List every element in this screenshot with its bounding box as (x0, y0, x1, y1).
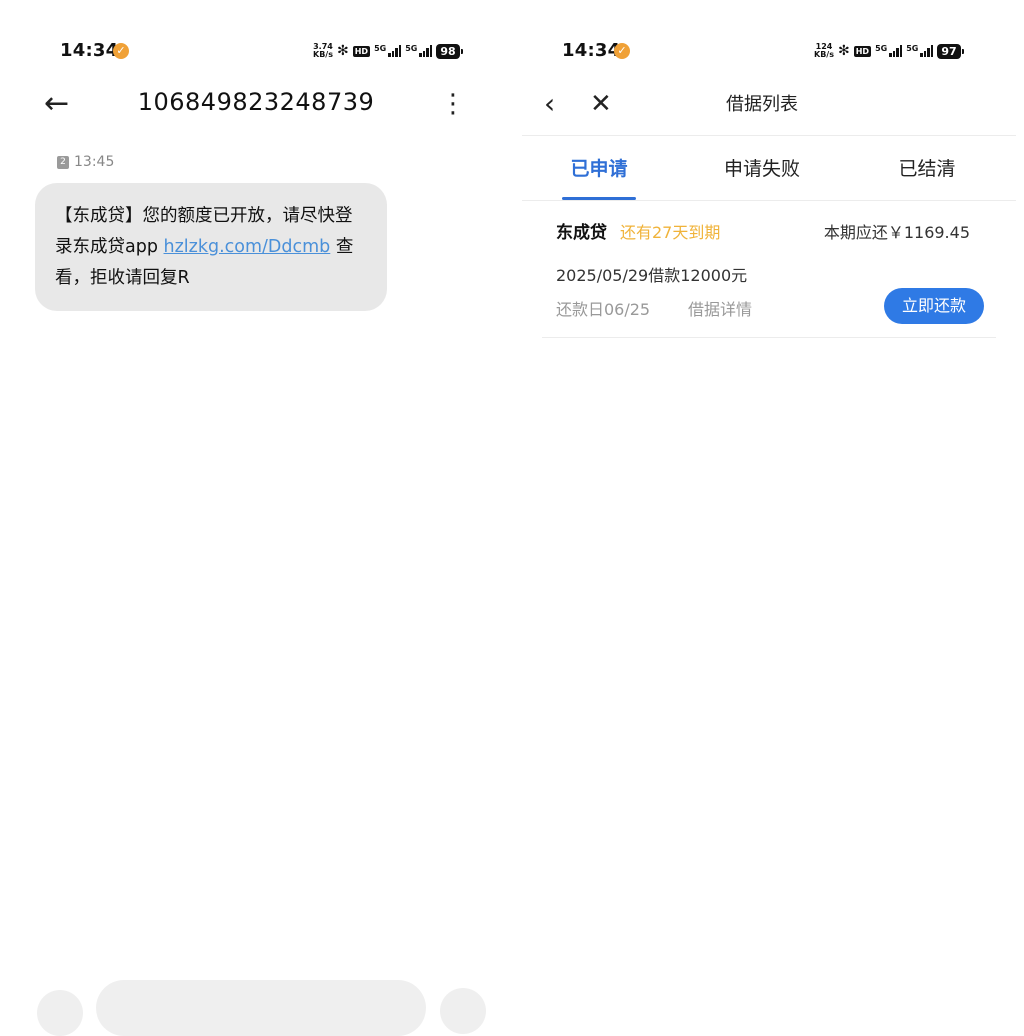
divider (522, 200, 1016, 201)
send-button[interactable] (440, 988, 486, 1034)
due-status-tag: 还有27天到期 (620, 223, 721, 242)
bluetooth-icon: ✻ (837, 43, 850, 59)
conversation-header: ← 106849823248739 ⋮ (0, 84, 512, 124)
status-time: 14:34 (60, 40, 119, 61)
message-link[interactable]: hzlzkg.com/Ddcmb (164, 237, 331, 257)
loan-list-screen: 14:34 ✓ 124 KB/s ✻ HD 5G 5G 97 ‹ ✕ 借据列表 已… (512, 0, 1024, 1024)
more-options-icon[interactable]: ⋮ (440, 86, 466, 122)
status-time: 14:34 (562, 40, 621, 61)
loan-info: 2025/05/29借款12000元 (556, 266, 748, 285)
signal-icon: 5G (875, 45, 903, 57)
tab-applied[interactable]: 已申请 (568, 154, 630, 181)
status-icons: 124 KB/s ✻ HD 5G 5G 97 (814, 42, 965, 60)
message-meta: 2 13:45 (57, 154, 114, 170)
notification-icon: ✓ (614, 43, 630, 59)
message-input[interactable] (96, 980, 426, 1036)
sim-card-icon: 2 (57, 155, 69, 169)
hd-voice-icon: HD (352, 45, 371, 57)
sms-screen: 14:34 ✓ 3.74 KB/s ✻ HD 5G 5G 98 ← 1068498… (0, 0, 512, 1036)
repay-now-button[interactable]: 立即还款 (884, 288, 984, 324)
back-chevron-icon[interactable]: ‹ (544, 86, 574, 122)
message-time: 13:45 (74, 154, 115, 170)
signal-icon-2: 5G (906, 45, 934, 57)
status-bar: 14:34 ✓ 124 KB/s ✻ HD 5G 5G 97 (512, 38, 1024, 66)
message-bubble[interactable]: 【东成贷】您的额度已开放，请尽快登录东成贷app hzlzkg.com/Ddcm… (35, 183, 387, 311)
message-composer (0, 980, 512, 1036)
tab-failed[interactable]: 申请失败 (720, 154, 804, 181)
signal-icon-2: 5G (405, 45, 433, 57)
notification-icon: ✓ (113, 43, 129, 59)
bluetooth-icon: ✻ (336, 43, 349, 59)
loan-item[interactable]: 东成贷 还有27天到期 本期应还￥1169.45 2025/05/29借款120… (542, 210, 984, 337)
network-speed: 3.74 KB/s (313, 42, 333, 59)
tab-bar: 已申请 申请失败 已结清 (512, 150, 1024, 200)
divider (522, 135, 1016, 136)
status-icons: 3.74 KB/s ✻ HD 5G 5G 98 (313, 42, 464, 60)
amount-due: 本期应还￥1169.45 (823, 223, 970, 242)
sender-number: 106849823248739 (137, 88, 375, 116)
repayment-day: 还款日06/25 (556, 300, 651, 319)
tab-settled[interactable]: 已结清 (894, 154, 960, 181)
nav-bar: ‹ ✕ 借据列表 (512, 84, 1024, 124)
close-icon[interactable]: ✕ (590, 86, 620, 122)
loan-detail-link[interactable]: 借据详情 (688, 296, 752, 320)
battery-icon: 98 (436, 43, 464, 59)
signal-icon: 5G (374, 45, 402, 57)
network-speed: 124 KB/s (814, 42, 834, 59)
page-title: 借据列表 (726, 94, 798, 115)
status-bar: 14:34 ✓ 3.74 KB/s ✻ HD 5G 5G 98 (0, 38, 512, 66)
lender-name: 东成贷 (556, 223, 607, 243)
hd-voice-icon: HD (853, 45, 872, 57)
divider (542, 337, 996, 338)
add-attachment-button[interactable] (37, 990, 83, 1036)
battery-icon: 97 (937, 43, 965, 59)
